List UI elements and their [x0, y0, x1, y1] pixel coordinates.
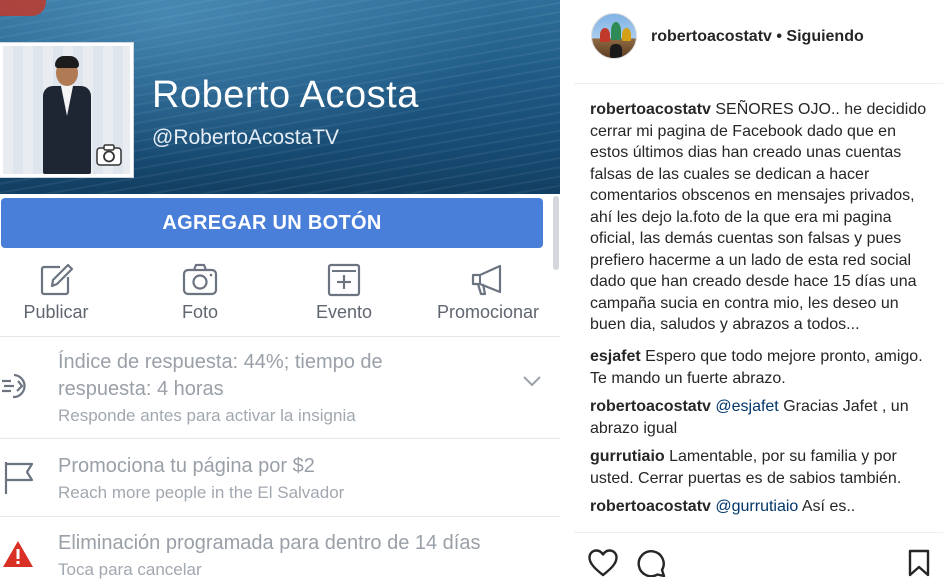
response-rate-row[interactable]: Índice de respuesta: 44%; tiempo de resp… [0, 337, 560, 437]
comment: robertoacostatv @esjafet Gracias Jafet ,… [590, 396, 935, 439]
divider [0, 438, 560, 439]
divider [574, 83, 943, 84]
camera-icon[interactable] [96, 144, 122, 166]
comment-text: Así es.. [798, 498, 856, 515]
profile-picture[interactable] [0, 43, 133, 177]
comment-text: Espero que todo mejore pronto, amigo. Te… [590, 348, 923, 387]
profile-person [39, 54, 95, 174]
action-promocionar[interactable]: Promocionar [423, 258, 553, 334]
action-label: Publicar [23, 302, 89, 322]
page-name: Roberto Acosta [152, 74, 419, 116]
caption-username[interactable]: robertoacostatv [590, 101, 711, 118]
comment: gurrutiaio Lamentable, por su familia y … [590, 446, 935, 489]
flag-icon [4, 462, 34, 494]
header-username[interactable]: robertoacostatv [651, 28, 772, 45]
bookmark-icon[interactable] [908, 549, 930, 577]
response-rate-subtitle: Responde antes para activar la insignia [58, 406, 356, 425]
comment-mention[interactable]: @gurrutiaio [711, 498, 798, 515]
instagram-post-panel: robertoacostatv • Siguiendo robertoacost… [574, 0, 943, 583]
camera-icon [182, 263, 218, 296]
follow-status[interactable]: • Siguiendo [776, 28, 863, 45]
header-username-line: robertoacostatv • Siguiendo [651, 28, 864, 46]
divider [0, 516, 560, 517]
deletion-title: Eliminación programada para dentro de 14… [58, 532, 481, 554]
page-handle: @RobertoAcostaTV [152, 126, 340, 149]
action-evento[interactable]: Evento [279, 258, 409, 334]
post-caption: robertoacostatv SEÑORES OJO.. he decidid… [590, 99, 935, 336]
action-label: Evento [315, 302, 373, 322]
facebook-page-screenshot: Roberto Acosta @RobertoAcostaTV AGREGAR … [0, 0, 560, 583]
comment-username[interactable]: robertoacostatv [590, 398, 711, 415]
comment-icon[interactable] [636, 549, 666, 577]
warning-icon [3, 541, 33, 567]
response-rate-title-line2: respuesta: 4 horas [58, 378, 224, 400]
chevron-down-icon[interactable] [522, 375, 542, 387]
post-actions [574, 545, 943, 581]
cover-boat-detail [0, 0, 46, 16]
pencil-icon [40, 263, 74, 296]
avatar[interactable] [591, 13, 637, 59]
action-publicar[interactable]: Publicar [0, 258, 121, 334]
action-foto[interactable]: Foto [135, 258, 265, 334]
deletion-row[interactable]: Eliminación programada para dentro de 14… [0, 518, 560, 583]
response-rate-title-line1: Índice de respuesta: 44%; tiempo de [58, 351, 383, 373]
promote-title: Promociona tu página por $2 [58, 455, 315, 477]
divider [574, 532, 943, 533]
fast-response-icon [2, 373, 26, 399]
comment-username[interactable]: gurrutiaio [590, 448, 665, 465]
comment: esjafet Espero que todo mejore pronto, a… [590, 346, 935, 389]
add-button[interactable]: AGREGAR UN BOTÓN [1, 198, 543, 248]
page-actions-bar: Publicar Foto Evento Promocionar [0, 258, 560, 334]
heart-icon[interactable] [588, 549, 618, 577]
comment-username[interactable]: robertoacostatv [590, 498, 711, 515]
comment-username[interactable]: esjafet [590, 348, 641, 365]
calendar-plus-icon [327, 263, 361, 297]
action-label: Foto [181, 302, 219, 322]
megaphone-icon [471, 264, 502, 296]
caption-text: SEÑORES OJO.. he decidido cerrar mi pagi… [590, 101, 927, 333]
post-header: robertoacostatv • Siguiendo [574, 0, 943, 80]
promote-row[interactable]: Promociona tu página por $2 Reach more p… [0, 440, 560, 516]
promote-subtitle: Reach more people in the El Salvador [58, 483, 345, 502]
comment-mention[interactable]: @esjafet [711, 398, 778, 415]
action-label: Promocionar [436, 302, 540, 322]
comment: robertoacostatv @gurrutiaio Así es.. [590, 496, 935, 518]
deletion-subtitle: Toca para cancelar [58, 560, 202, 579]
